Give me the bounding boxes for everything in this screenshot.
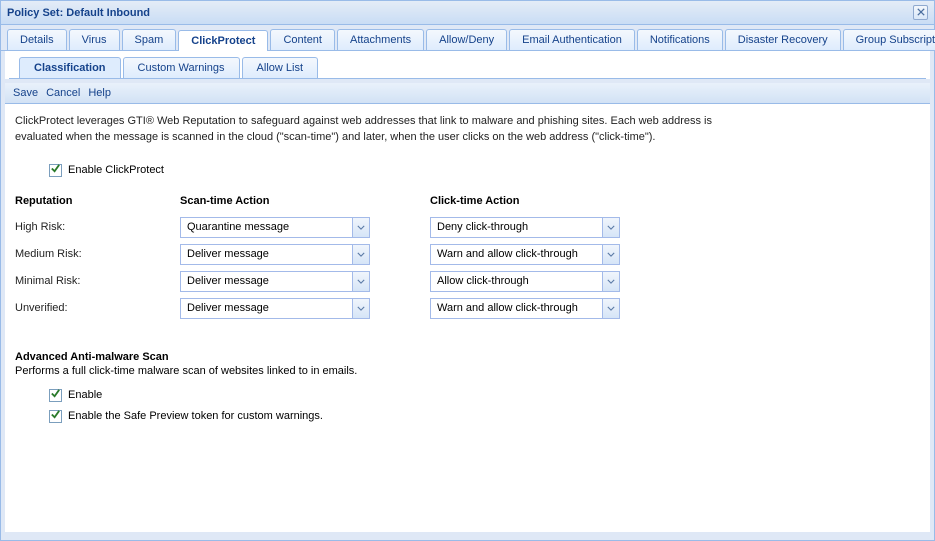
chevron-down-icon	[352, 299, 369, 318]
row-medium-risk-label: Medium Risk:	[15, 248, 180, 260]
window-title: Policy Set: Default Inbound	[7, 7, 150, 19]
select-unverified-scan-value: Deliver message	[181, 302, 275, 314]
check-icon	[50, 409, 61, 423]
enable-clickprotect-checkbox[interactable]	[49, 164, 62, 177]
select-unverified-click-value: Warn and allow click-through	[431, 302, 584, 314]
tab-group-subscriptions[interactable]: Group Subscriptions	[843, 29, 935, 50]
select-medium-click[interactable]: Warn and allow click-through	[430, 244, 620, 265]
tab-spam[interactable]: Spam	[122, 29, 177, 50]
tab-attachments[interactable]: Attachments	[337, 29, 424, 50]
row-unverified-label: Unverified:	[15, 302, 180, 314]
tab-content[interactable]: Content	[270, 29, 335, 50]
col-header-reputation: Reputation	[15, 195, 180, 211]
safe-preview-checkbox[interactable]	[49, 410, 62, 423]
tab-virus[interactable]: Virus	[69, 29, 120, 50]
advanced-desc: Performs a full click-time malware scan …	[15, 365, 920, 377]
subtab-allow-list[interactable]: Allow List	[242, 57, 318, 78]
safe-preview-label: Enable the Safe Preview token for custom…	[68, 410, 323, 422]
select-high-scan[interactable]: Quarantine message	[180, 217, 370, 238]
enable-clickprotect-row: Enable ClickProtect	[49, 164, 920, 177]
chevron-down-icon	[602, 299, 619, 318]
close-icon	[917, 7, 925, 19]
body-content: ClickProtect leverages GTI® Web Reputati…	[5, 104, 930, 532]
chevron-down-icon	[352, 245, 369, 264]
subtab-classification[interactable]: Classification	[19, 57, 121, 78]
help-button[interactable]: Help	[88, 87, 111, 99]
select-high-click-value: Deny click-through	[431, 221, 534, 233]
advanced-enable-label: Enable	[68, 389, 102, 401]
advanced-enable-row: Enable	[49, 389, 920, 402]
policy-window: Policy Set: Default Inbound Details Viru…	[0, 0, 935, 541]
save-button[interactable]: Save	[13, 87, 38, 99]
advanced-header: Advanced Anti-malware Scan	[15, 351, 920, 363]
tab-clickprotect[interactable]: ClickProtect	[178, 30, 268, 51]
sub-tabstrip: Classification Custom Warnings Allow Lis…	[9, 51, 926, 79]
chevron-down-icon	[602, 218, 619, 237]
select-minimal-click-value: Allow click-through	[431, 275, 535, 287]
enable-clickprotect-label: Enable ClickProtect	[68, 164, 164, 176]
main-tabstrip: Details Virus Spam ClickProtect Content …	[1, 25, 934, 51]
row-minimal-risk-label: Minimal Risk:	[15, 275, 180, 287]
col-header-scan: Scan-time Action	[180, 195, 430, 211]
select-minimal-scan-value: Deliver message	[181, 275, 275, 287]
row-high-risk-label: High Risk:	[15, 221, 180, 233]
chevron-down-icon	[602, 245, 619, 264]
content-wrap: Classification Custom Warnings Allow Lis…	[5, 51, 930, 79]
select-medium-scan-value: Deliver message	[181, 248, 275, 260]
select-minimal-scan[interactable]: Deliver message	[180, 271, 370, 292]
toolbar: Save Cancel Help	[5, 83, 930, 104]
select-unverified-click[interactable]: Warn and allow click-through	[430, 298, 620, 319]
select-high-click[interactable]: Deny click-through	[430, 217, 620, 238]
description-text: ClickProtect leverages GTI® Web Reputati…	[15, 114, 745, 146]
select-medium-click-value: Warn and allow click-through	[431, 248, 584, 260]
titlebar: Policy Set: Default Inbound	[1, 1, 934, 25]
advanced-enable-checkbox[interactable]	[49, 389, 62, 402]
chevron-down-icon	[602, 272, 619, 291]
tab-disaster-recovery[interactable]: Disaster Recovery	[725, 29, 841, 50]
reputation-grid: Reputation Scan-time Action Click-time A…	[15, 195, 920, 319]
subtab-custom-warnings[interactable]: Custom Warnings	[123, 57, 240, 78]
tab-allow-deny[interactable]: Allow/Deny	[426, 29, 507, 50]
safe-preview-row: Enable the Safe Preview token for custom…	[49, 410, 920, 423]
check-icon	[50, 388, 61, 402]
tab-details[interactable]: Details	[7, 29, 67, 50]
select-medium-scan[interactable]: Deliver message	[180, 244, 370, 265]
check-icon	[50, 163, 61, 177]
select-minimal-click[interactable]: Allow click-through	[430, 271, 620, 292]
tab-email-auth[interactable]: Email Authentication	[509, 29, 635, 50]
cancel-button[interactable]: Cancel	[46, 87, 80, 99]
col-header-click: Click-time Action	[430, 195, 680, 211]
select-high-scan-value: Quarantine message	[181, 221, 295, 233]
select-unverified-scan[interactable]: Deliver message	[180, 298, 370, 319]
chevron-down-icon	[352, 218, 369, 237]
tab-notifications[interactable]: Notifications	[637, 29, 723, 50]
chevron-down-icon	[352, 272, 369, 291]
close-button[interactable]	[913, 5, 928, 20]
